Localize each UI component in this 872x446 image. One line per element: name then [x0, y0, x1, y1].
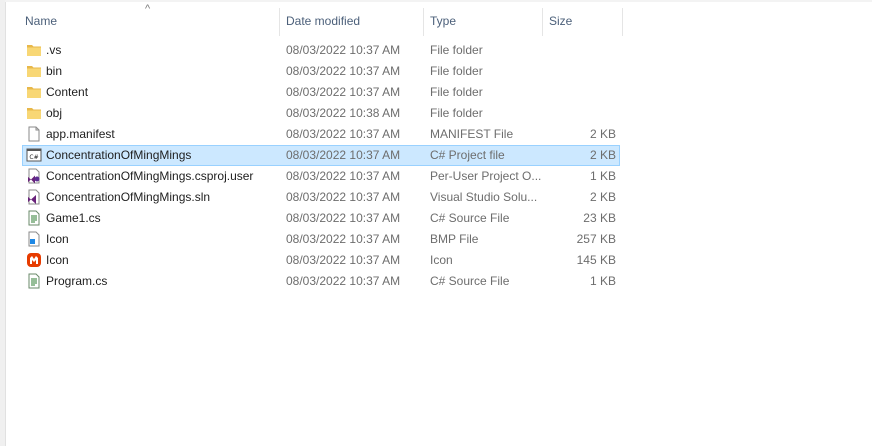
column-header-date-modified[interactable]: Date modified [280, 8, 424, 36]
file-row[interactable]: ConcentrationOfMingMings.sln 08/03/2022 1… [22, 187, 620, 208]
file-type: Icon [430, 253, 453, 267]
left-pane-edge [0, 0, 6, 446]
file-date-modified: 08/03/2022 10:37 AM [286, 148, 401, 162]
file-size: 1 KB [589, 169, 616, 183]
file-row[interactable]: obj 08/03/2022 10:38 AM File folder [22, 103, 620, 124]
file-type: MANIFEST File [430, 127, 514, 141]
file-row[interactable]: ConcentrationOfMingMings.csproj.user 08/0… [22, 166, 620, 187]
file-name: ConcentrationOfMingMings [46, 148, 192, 162]
folder-icon [26, 42, 42, 58]
file-date-modified: 08/03/2022 10:37 AM [286, 127, 401, 141]
csharp-project-icon: C# [26, 147, 42, 163]
file-row[interactable]: Game1.cs 08/03/2022 10:37 AM C# Source Fil… [22, 208, 620, 229]
file-name: Program.cs [46, 274, 108, 288]
file-date-modified: 08/03/2022 10:37 AM [286, 274, 401, 288]
folder-icon [26, 105, 42, 121]
column-header-size[interactable]: Size [543, 8, 623, 36]
file-size: 257 KB [576, 232, 616, 246]
file-size [547, 82, 616, 103]
file-type: Visual Studio Solu... [430, 190, 538, 204]
file-size: 23 KB [583, 211, 616, 225]
file-date-modified: 08/03/2022 10:37 AM [286, 85, 401, 99]
column-header-row: ^ Name Date modified Type Size [5, 0, 625, 36]
file-list: .vs 08/03/2022 10:37 AM File folder bin 08/0… [22, 40, 620, 292]
monogame-icon [26, 252, 42, 268]
file-type: BMP File [430, 232, 479, 246]
file-date-modified: 08/03/2022 10:37 AM [286, 211, 401, 225]
file-date-modified: 08/03/2022 10:37 AM [286, 232, 401, 246]
file-date-modified: 08/03/2022 10:37 AM [286, 190, 401, 204]
file-name: Icon [46, 232, 69, 246]
file-size: 2 KB [589, 148, 616, 162]
file-name: Content [46, 85, 89, 99]
file-row[interactable]: Program.cs 08/03/2022 10:37 AM C# Source F… [22, 271, 620, 292]
file-size: 145 KB [576, 253, 616, 267]
file-row[interactable]: bin 08/03/2022 10:37 AM File folder [22, 61, 620, 82]
file-type: Per-User Project O... [430, 169, 542, 183]
folder-icon [26, 63, 42, 79]
visual-studio-solution-icon [26, 189, 42, 205]
file-type: C# Project file [430, 148, 505, 162]
file-row[interactable]: .vs 08/03/2022 10:37 AM File folder [22, 40, 620, 61]
csharp-source-icon [26, 210, 42, 226]
file-size [547, 61, 616, 82]
csharp-source-icon [26, 273, 42, 289]
svg-text:C#: C# [29, 154, 38, 161]
file-date-modified: 08/03/2022 10:37 AM [286, 64, 401, 78]
file-type: File folder [430, 85, 483, 99]
file-type: File folder [430, 64, 483, 78]
folder-icon [26, 84, 42, 100]
visual-studio-user-file-icon [26, 168, 42, 184]
file-row[interactable]: Content 08/03/2022 10:37 AM File folder [22, 82, 620, 103]
file-name: .vs [46, 43, 62, 57]
column-header-name[interactable]: Name [19, 8, 280, 36]
file-date-modified: 08/03/2022 10:37 AM [286, 253, 401, 267]
file-type: C# Source File [430, 211, 510, 225]
file-date-modified: 08/03/2022 10:37 AM [286, 169, 401, 183]
file-name: obj [46, 106, 63, 120]
column-header-type[interactable]: Type [424, 8, 543, 36]
file-date-modified: 08/03/2022 10:37 AM [286, 43, 401, 57]
file-name: ConcentrationOfMingMings.sln [46, 190, 211, 204]
file-size [547, 40, 616, 61]
file-name: Game1.cs [46, 211, 101, 225]
file-name: Icon [46, 253, 69, 267]
file-row[interactable]: app.manifest 08/03/2022 10:37 AM MANIFEST … [22, 124, 620, 145]
file-row[interactable]: C# ConcentrationOfMingMings 08/03/2022 10:… [22, 145, 620, 166]
file-type: File folder [430, 43, 483, 57]
file-type: C# Source File [430, 274, 510, 288]
file-name: app.manifest [46, 127, 115, 141]
file-row[interactable]: Icon 08/03/2022 10:37 AM Icon 145 KB [22, 250, 620, 271]
file-row[interactable]: Icon 08/03/2022 10:37 AM BMP File 257 KB [22, 229, 620, 250]
file-size: 2 KB [589, 190, 616, 204]
bmp-image-icon [26, 231, 42, 247]
file-size: 1 KB [589, 274, 616, 288]
file-size: 2 KB [589, 127, 616, 141]
file-date-modified: 08/03/2022 10:38 AM [286, 106, 401, 120]
file-type: File folder [430, 106, 483, 120]
document-icon [26, 126, 42, 142]
file-size [547, 103, 616, 124]
file-name: ConcentrationOfMingMings.csproj.user [46, 169, 254, 183]
file-name: bin [46, 64, 63, 78]
